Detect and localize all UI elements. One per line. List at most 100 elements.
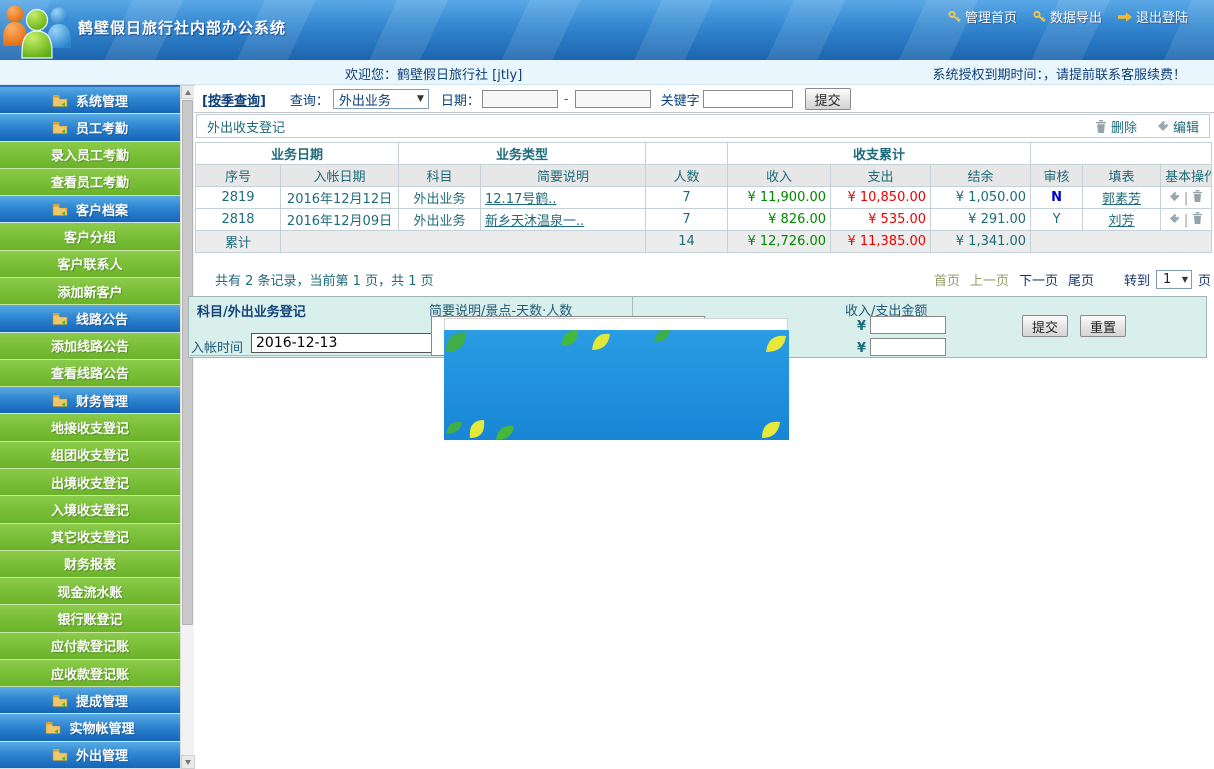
- cell-people: 7: [645, 186, 729, 209]
- query-submit-button[interactable]: 提交: [804, 88, 851, 110]
- sidebar-item[interactable]: 出境收支登记: [0, 468, 180, 497]
- form-reset-button[interactable]: 重置: [1080, 315, 1127, 337]
- header: 鹤壁假日旅行社内部办公系统 管理首页 数据导出 退出登陆: [0, 0, 1214, 60]
- col-seq: 序号: [195, 164, 281, 187]
- delete-icon[interactable]: [1192, 211, 1203, 224]
- date-range-separator: -: [563, 91, 569, 107]
- welcome-bar: 欢迎您：鹤壁假日旅行社 [jtly] 系统授权到期时间：，请提前联系客服续费！: [0, 60, 1214, 85]
- scroll-up-button[interactable]: [181, 85, 195, 99]
- cell-expense: ¥ 535.00: [830, 208, 932, 231]
- sidebar-item[interactable]: 客户联系人: [0, 250, 180, 278]
- sidebar: 系统管理员工考勤录入员工考勤查看员工考勤客户档案 客户分组客户联系人添加新客户 线路…: [0, 85, 180, 769]
- col-balance: 结余: [930, 164, 1032, 187]
- totals-income: ¥ 12,726.00: [727, 230, 832, 253]
- filler-link[interactable]: 刘芳: [1109, 214, 1135, 229]
- desc-link[interactable]: 12.17号鹤..: [485, 192, 556, 207]
- first-page-link[interactable]: 首页: [934, 270, 960, 289]
- sidebar-item-label: 查看员工考勤: [50, 176, 129, 192]
- cell-ops: |: [1160, 186, 1213, 209]
- triangle-down-icon: [185, 759, 191, 765]
- page-number-select[interactable]: 1 ▼: [1155, 269, 1192, 289]
- prev-page-link[interactable]: 上一页: [970, 270, 1009, 289]
- header-nav-label: 退出登陆: [1135, 11, 1188, 26]
- cell-seq: 2819: [195, 186, 281, 209]
- last-page-link[interactable]: 尾页: [1068, 270, 1094, 289]
- sidebar-item[interactable]: 财务报表: [0, 550, 180, 579]
- folder-icon: [52, 749, 68, 762]
- delete-button[interactable]: 删除: [1095, 117, 1137, 136]
- next-page-link[interactable]: 下一页: [1019, 270, 1058, 289]
- col-ops: 基本操作: [1160, 164, 1213, 187]
- sidebar-item[interactable]: 系统管理: [0, 87, 180, 115]
- sidebar-item[interactable]: 其它收支登记: [0, 523, 180, 551]
- sidebar-item-label: 组团收支登记: [50, 449, 129, 465]
- date-from-input[interactable]: [481, 90, 558, 108]
- edit-icon[interactable]: [1169, 213, 1180, 224]
- sidebar-item[interactable]: 实物帐管理: [0, 714, 180, 742]
- sidebar-item[interactable]: 客户分组: [0, 223, 180, 251]
- form-date-input[interactable]: [251, 333, 433, 353]
- col-audit: 审核: [1030, 164, 1084, 187]
- query-type-value: 外出业务: [338, 93, 391, 109]
- header-nav-item[interactable]: 管理首页: [948, 7, 1017, 26]
- sidebar-item-label: 入境收支登记: [50, 503, 129, 519]
- sidebar-scrollbar[interactable]: [180, 85, 195, 769]
- cell-subject: 外出业务: [398, 186, 482, 209]
- sidebar-item[interactable]: 现金流水账: [0, 578, 180, 606]
- sidebar-item[interactable]: 入境收支登记: [0, 496, 180, 524]
- totals-balance: ¥ 1,341.00: [930, 230, 1032, 253]
- sidebar-item-label: 银行账登记: [57, 612, 123, 628]
- form-expense-input[interactable]: [870, 338, 946, 356]
- filler-link[interactable]: 郭素芳: [1102, 192, 1141, 207]
- sidebar-item-label: 添加线路公告: [50, 340, 129, 356]
- desc-link[interactable]: 新乡天沐温泉一..: [485, 214, 584, 229]
- date-to-input[interactable]: [574, 90, 651, 108]
- pagination-summary: 共有 2 条记录，当前第 1 页，共 1 页: [215, 273, 434, 289]
- sidebar-item[interactable]: 应收款登记账: [0, 659, 180, 688]
- sidebar-item[interactable]: 财务管理: [0, 387, 180, 415]
- sidebar-item[interactable]: 查看员工考勤: [0, 168, 180, 197]
- season-query-link[interactable]: [按季查询]: [202, 90, 266, 109]
- sidebar-item[interactable]: 线路公告: [0, 305, 180, 333]
- header-nav-item[interactable]: 退出登陆: [1117, 7, 1188, 26]
- edit-button[interactable]: 编辑: [1157, 117, 1199, 136]
- edit-icon[interactable]: [1169, 191, 1180, 202]
- sidebar-item[interactable]: 录入员工考勤: [0, 141, 180, 169]
- col-date: 入帐日期: [279, 164, 400, 187]
- sidebar-item[interactable]: 添加新客户: [0, 277, 180, 306]
- sidebar-item[interactable]: 银行账登记: [0, 605, 180, 633]
- header-nav-item[interactable]: 数据导出: [1033, 7, 1102, 26]
- currency-symbol: ¥: [857, 319, 867, 334]
- sidebar-item[interactable]: 提成管理: [0, 687, 180, 715]
- form-submit-button[interactable]: 提交: [1022, 315, 1069, 337]
- cell-expense: ¥ 10,850.00: [830, 186, 932, 209]
- col-subject: 科目: [398, 164, 482, 187]
- table-row: 2819 2016年12月12日 外出业务 12.17号鹤.. 7 ¥ 11,900.00…: [195, 186, 1213, 209]
- pagination-bar: 共有 2 条记录，当前第 1 页，共 1 页 首页 上一页 下一页 尾页 转到 …: [195, 266, 1211, 292]
- folder-icon: [52, 694, 68, 707]
- sidebar-item[interactable]: 外出管理: [0, 741, 180, 769]
- sidebar-item-label: 外出管理: [75, 749, 128, 765]
- sidebar-item-label: 客户联系人: [57, 258, 123, 274]
- delete-icon[interactable]: [1192, 189, 1203, 202]
- scroll-down-button[interactable]: [181, 755, 195, 769]
- sidebar-item[interactable]: 应付款登记账: [0, 632, 180, 660]
- sidebar-item-label: 员工考勤: [75, 121, 128, 137]
- sidebar-item[interactable]: 员工考勤: [0, 114, 180, 142]
- sidebar-item[interactable]: 添加线路公告: [0, 332, 180, 360]
- people-logo-icon: [2, 2, 72, 64]
- sidebar-item[interactable]: 客户档案: [0, 196, 180, 224]
- page-suffix: 页: [1197, 273, 1211, 289]
- folder-icon: [52, 312, 68, 325]
- sidebar-item[interactable]: 查看线路公告: [0, 359, 180, 388]
- sidebar-item-label: 其它收支登记: [50, 531, 129, 547]
- sidebar-item[interactable]: 组团收支登记: [0, 441, 180, 469]
- col-expense: 支出: [830, 164, 932, 187]
- keyword-input[interactable]: [702, 90, 793, 108]
- triangle-up-icon: [185, 89, 191, 95]
- totals-row: 累计 14 ¥ 12,726.00 ¥ 11,385.00 ¥ 1,341.00: [195, 230, 1213, 253]
- query-type-select[interactable]: 外出业务 ▼: [332, 89, 429, 109]
- sidebar-item[interactable]: 地接收支登记: [0, 414, 180, 442]
- form-income-input[interactable]: [870, 316, 946, 334]
- scrollbar-thumb[interactable]: [182, 100, 193, 625]
